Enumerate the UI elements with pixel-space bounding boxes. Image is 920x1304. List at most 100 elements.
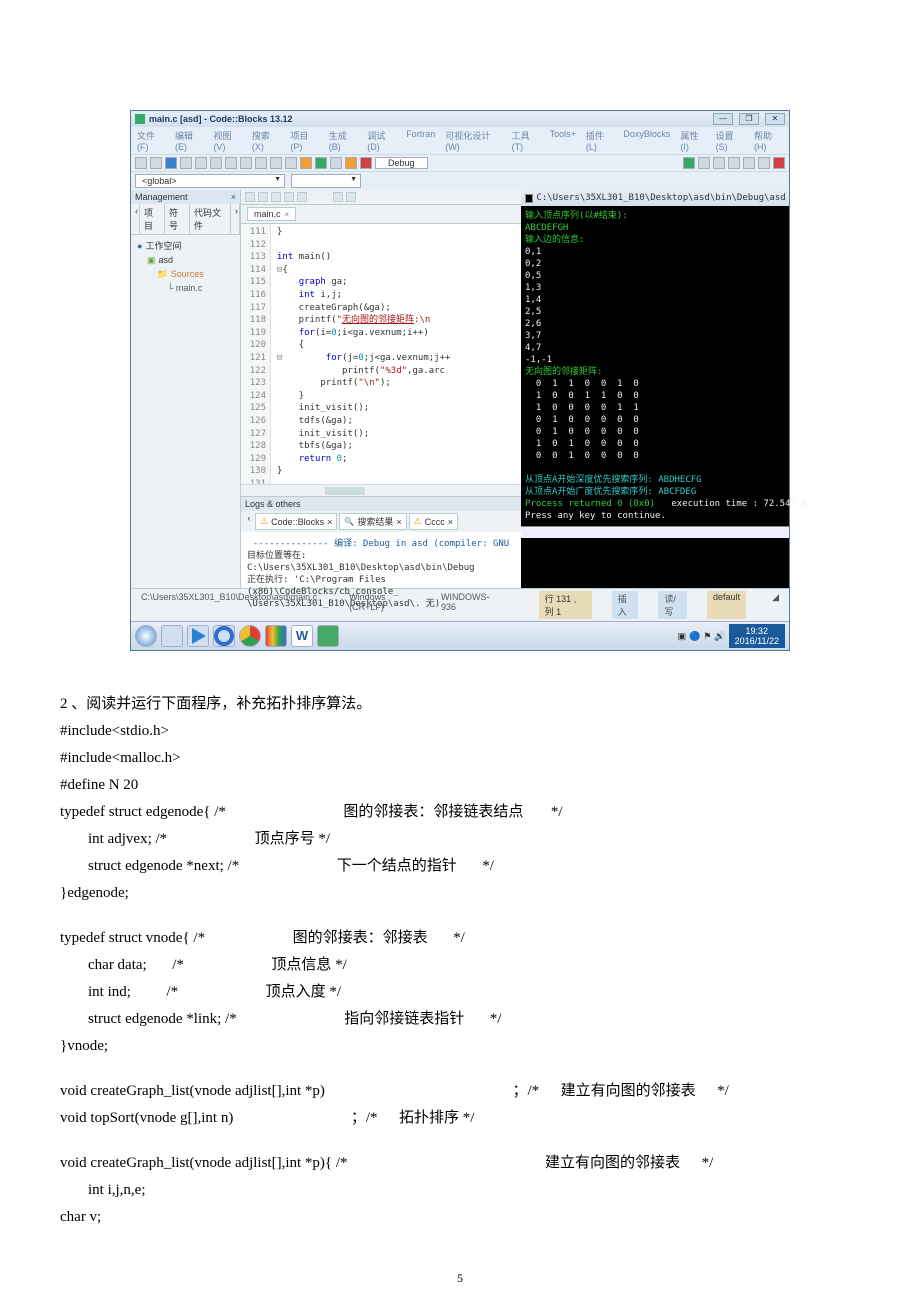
media-player-icon[interactable] bbox=[187, 625, 209, 647]
nav-clear-icon[interactable] bbox=[297, 192, 307, 202]
menu-item[interactable]: 帮助(H) bbox=[754, 129, 783, 152]
stop-icon[interactable] bbox=[773, 157, 785, 169]
abort-icon[interactable] bbox=[360, 157, 372, 169]
nav-home-icon[interactable] bbox=[245, 192, 255, 202]
toolbar: Debug bbox=[131, 154, 789, 171]
menu-item[interactable]: 生成(B) bbox=[329, 129, 357, 152]
menu-item[interactable]: DoxyBlocks bbox=[623, 129, 670, 152]
log-scroll-left[interactable]: ‹ bbox=[245, 513, 253, 530]
build-config-select[interactable]: Debug bbox=[375, 157, 428, 169]
console-titlebar[interactable]: C:\Users\35XL301_B10\Desktop\asd\bin\Deb… bbox=[521, 190, 789, 206]
tray-volume-icon[interactable]: 🔊 bbox=[714, 631, 725, 642]
pane-split-icon[interactable] bbox=[333, 192, 343, 202]
nav-last-icon[interactable] bbox=[284, 192, 294, 202]
copy-icon[interactable] bbox=[240, 157, 252, 169]
word-icon[interactable]: W bbox=[291, 625, 313, 647]
member-combo[interactable] bbox=[291, 174, 361, 188]
console-output[interactable]: 输入顶点序列(以#结束): ABCDEFGH 输入边的信息: 0,1 0,2 0… bbox=[521, 206, 789, 526]
tab-scroll-right[interactable]: › bbox=[231, 204, 240, 234]
step-icon[interactable] bbox=[698, 157, 710, 169]
new-icon[interactable] bbox=[135, 157, 147, 169]
folder-node[interactable]: 📁 Sources bbox=[157, 267, 234, 281]
tab-scroll-left[interactable]: ‹ bbox=[131, 204, 140, 234]
maximize-button[interactable]: ❐ bbox=[739, 113, 759, 125]
ie-icon[interactable] bbox=[213, 625, 235, 647]
build-icon[interactable] bbox=[300, 157, 312, 169]
project-tree[interactable]: 工作空间 asd 📁 Sources └ main.c bbox=[131, 235, 240, 299]
tab-projects[interactable]: 项目 bbox=[140, 204, 165, 234]
clock[interactable]: 19:32 2016/11/22 bbox=[729, 624, 785, 648]
explorer-icon[interactable] bbox=[161, 625, 183, 647]
menu-item[interactable]: 调试(D) bbox=[367, 129, 396, 152]
log-tab-search[interactable]: 搜索结果× bbox=[339, 513, 406, 530]
rebuild-icon[interactable] bbox=[345, 157, 357, 169]
project-node[interactable]: asd bbox=[147, 253, 234, 267]
console-window: C:\Users\35XL301_B10\Desktop\asd\bin\Deb… bbox=[521, 190, 789, 588]
code-area[interactable]: } int main() ⊟{ graph ga; int i,j; creat… bbox=[271, 224, 521, 484]
log-tab-codeblocks[interactable]: Code::Blocks× bbox=[255, 513, 337, 530]
workspace-node[interactable]: 工作空间 bbox=[137, 239, 234, 253]
scope-combo[interactable]: <global> bbox=[135, 174, 285, 188]
cut-icon[interactable] bbox=[225, 157, 237, 169]
menu-item[interactable]: 编辑(E) bbox=[175, 129, 203, 152]
menu-item[interactable]: Tools+ bbox=[550, 129, 576, 152]
break-icon[interactable] bbox=[758, 157, 770, 169]
nav-prev-icon[interactable] bbox=[258, 192, 268, 202]
editor[interactable]: 111 112 113 114 115 116 117 118 119 120 … bbox=[241, 224, 521, 484]
taskbar-app-icon[interactable] bbox=[265, 625, 287, 647]
code-line: }edgenode; bbox=[60, 880, 860, 907]
chrome-icon[interactable] bbox=[239, 625, 261, 647]
paste-icon[interactable] bbox=[255, 157, 267, 169]
menu-item[interactable]: 设置(S) bbox=[716, 129, 744, 152]
saveall-icon[interactable] bbox=[180, 157, 192, 169]
menu-item[interactable]: 工具(T) bbox=[512, 129, 540, 152]
pane-close-icon[interactable] bbox=[346, 192, 356, 202]
editor-hscroll[interactable] bbox=[241, 484, 521, 496]
tab-symbols[interactable]: 符号 bbox=[165, 204, 190, 234]
menu-item[interactable]: 可视化设计(W) bbox=[445, 129, 501, 152]
build-log[interactable]: -------------- 编译: Debug in asd (compile… bbox=[241, 532, 521, 588]
tab-close-icon[interactable]: × bbox=[285, 210, 290, 219]
minimize-button[interactable]: — bbox=[713, 113, 733, 125]
redo-icon[interactable] bbox=[210, 157, 222, 169]
editor-tab[interactable]: main.c × bbox=[247, 207, 296, 221]
menu-item[interactable]: 属性(I) bbox=[680, 129, 705, 152]
menu-item[interactable]: 插件(L) bbox=[586, 129, 614, 152]
stepinstr-icon[interactable] bbox=[743, 157, 755, 169]
menu-item[interactable]: 项目(P) bbox=[290, 129, 318, 152]
close-icon[interactable]: × bbox=[448, 517, 453, 527]
close-icon[interactable]: × bbox=[327, 517, 332, 527]
close-button[interactable]: ✕ bbox=[765, 113, 785, 125]
menu-item[interactable]: Fortran bbox=[406, 129, 435, 152]
log-tab-cccc[interactable]: Cccc× bbox=[409, 513, 458, 530]
file-node[interactable]: └ main.c bbox=[167, 281, 234, 295]
panel-close-icon[interactable]: × bbox=[231, 192, 236, 202]
save-icon[interactable] bbox=[165, 157, 177, 169]
menu-item[interactable]: 视图(V) bbox=[213, 129, 241, 152]
console-hscroll[interactable] bbox=[521, 526, 789, 538]
stepout-icon[interactable] bbox=[728, 157, 740, 169]
codeblocks-task-icon[interactable] bbox=[317, 625, 339, 647]
menu-item[interactable]: 文件(F) bbox=[137, 129, 165, 152]
tray-icon[interactable]: ▣ bbox=[678, 631, 687, 642]
find-icon[interactable] bbox=[270, 157, 282, 169]
undo-icon[interactable] bbox=[195, 157, 207, 169]
nav-next-icon[interactable] bbox=[271, 192, 281, 202]
titlebar[interactable]: main.c [asd] - Code::Blocks 13.12 — ❐ ✕ bbox=[131, 111, 789, 127]
close-icon[interactable]: × bbox=[396, 517, 401, 527]
stepover-icon[interactable] bbox=[713, 157, 725, 169]
buildrun-icon[interactable] bbox=[330, 157, 342, 169]
open-icon[interactable] bbox=[150, 157, 162, 169]
tray-icon[interactable]: 🔵 bbox=[689, 631, 700, 642]
start-button[interactable] bbox=[135, 625, 157, 647]
status-cursor: 行 131 , 列 1 bbox=[539, 591, 592, 619]
resize-grip-icon[interactable]: ◢ bbox=[766, 591, 785, 619]
menubar[interactable]: 文件(F) 编辑(E) 视图(V) 搜索(X) 项目(P) 生成(B) 调试(D… bbox=[131, 127, 789, 154]
menu-item[interactable]: 搜索(X) bbox=[252, 129, 280, 152]
system-tray[interactable]: ▣ 🔵 ⚑ 🔊 19:32 2016/11/22 bbox=[678, 624, 785, 648]
debug-run-icon[interactable] bbox=[683, 157, 695, 169]
run-icon[interactable] bbox=[315, 157, 327, 169]
tray-flag-icon[interactable]: ⚑ bbox=[703, 631, 711, 642]
replace-icon[interactable] bbox=[285, 157, 297, 169]
tab-files[interactable]: 代码文件 bbox=[190, 204, 231, 234]
